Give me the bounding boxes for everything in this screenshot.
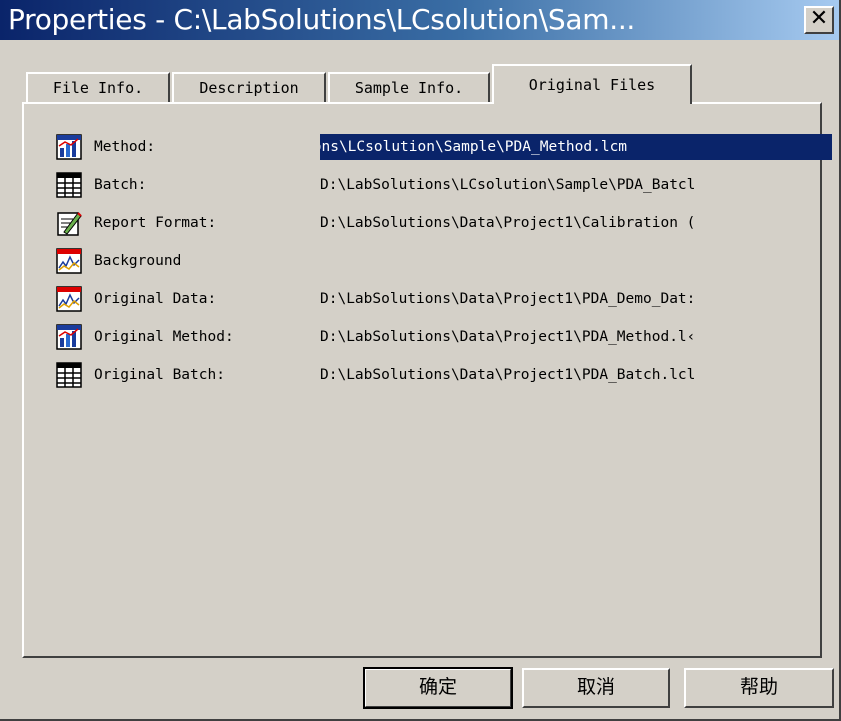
- file-row-method: Method: D:\LabSolutions\LCsolution\Sampl…: [44, 134, 832, 160]
- report-format-icon: [57, 212, 82, 236]
- file-path-value[interactable]: D:\LabSolutions\LCsolution\Sample\PDA_Me…: [320, 134, 832, 160]
- file-row-batch: Batch: D:\LabSolutions\LCsolution\Sample…: [44, 172, 820, 198]
- file-label: Original Method:: [94, 329, 234, 345]
- data-icon: [56, 248, 82, 274]
- close-icon: ✕: [809, 6, 829, 31]
- cancel-button[interactable]: 取消: [522, 668, 670, 708]
- tab-label: Original Files: [528, 76, 656, 94]
- file-label: Batch:: [94, 177, 147, 193]
- batch-icon: [56, 362, 82, 388]
- file-label: Method:: [94, 139, 156, 155]
- file-path-value[interactable]: D:\LabSolutions\Data\Project1\Calibratio…: [320, 210, 832, 236]
- tab-file-info[interactable]: File Info.: [26, 72, 170, 104]
- file-label: Original Data:: [94, 291, 217, 307]
- file-label: Original Batch:: [94, 367, 225, 383]
- tab-original-files[interactable]: Original Files: [492, 64, 692, 104]
- file-row-original-data: Original Data: D:\LabSolutions\Data\Proj…: [44, 286, 820, 312]
- data-icon: [56, 286, 82, 312]
- original-files-panel: Method: D:\LabSolutions\LCsolution\Sampl…: [22, 102, 832, 658]
- file-path-value[interactable]: D:\LabSolutions\LCsolution\Sample\PDA_Ba…: [320, 172, 832, 198]
- help-button[interactable]: 帮助: [684, 668, 834, 708]
- file-row-report-format: Report Format: D:\LabSolutions\Data\Proj…: [44, 210, 820, 236]
- file-row-original-batch: Original Batch: D:\LabSolutions\Data\Pro…: [44, 362, 820, 388]
- file-path-value[interactable]: D:\LabSolutions\Data\Project1\PDA_Batch.…: [320, 362, 832, 388]
- file-label: Report Format:: [94, 215, 217, 231]
- file-row-background: Background: [44, 248, 820, 274]
- tab-label: Sample Info.: [354, 79, 464, 97]
- tab-label: Description: [199, 79, 299, 97]
- ok-button[interactable]: 确定: [363, 667, 513, 709]
- file-path-value[interactable]: D:\LabSolutions\Data\Project1\PDA_Demo_D…: [320, 286, 832, 312]
- properties-dialog: Properties - C:\LabSolutions\LCsolution\…: [0, 0, 841, 721]
- close-button[interactable]: ✕: [804, 6, 834, 34]
- method-icon: [56, 324, 82, 350]
- file-path-value[interactable]: [320, 248, 832, 274]
- file-row-original-method: Original Method: D:\LabSolutions\Data\Pr…: [44, 324, 820, 350]
- window-title: Properties - C:\LabSolutions\LCsolution\…: [8, 3, 636, 36]
- tab-label: File Info.: [52, 79, 144, 97]
- tab-sample-info[interactable]: Sample Info.: [328, 72, 490, 104]
- tab-description[interactable]: Description: [172, 72, 326, 104]
- title-bar[interactable]: Properties - C:\LabSolutions\LCsolution\…: [0, 0, 839, 40]
- file-path-value[interactable]: D:\LabSolutions\Data\Project1\PDA_Method…: [320, 324, 832, 350]
- batch-icon: [56, 172, 82, 198]
- method-icon: [56, 134, 82, 160]
- file-label: Background: [94, 253, 182, 269]
